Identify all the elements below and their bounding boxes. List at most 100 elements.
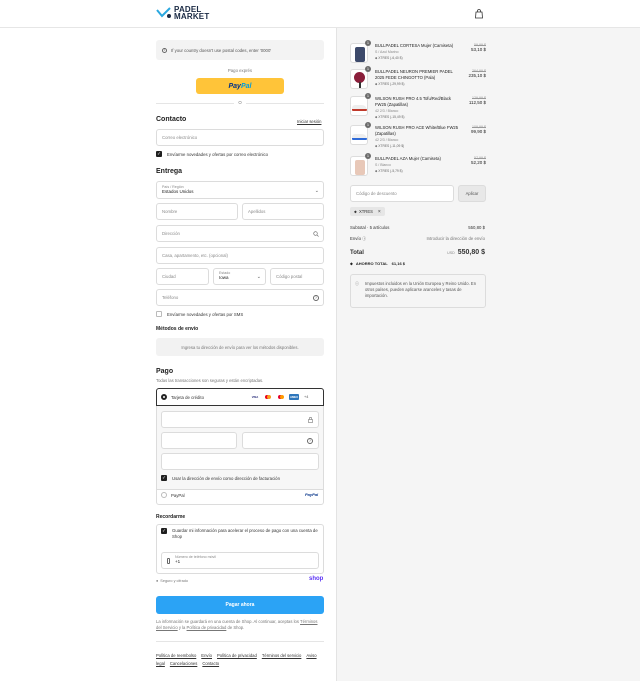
shoe-image [352,134,367,140]
logo-line2: MARKET [174,12,210,21]
item-name: WILSON RUSH PRO ACE White/Blue FW25 (Zap… [375,125,459,136]
quantity-badge: 1 [365,93,371,99]
sms-checkbox-row[interactable]: Envíarme novedades y ofertas por SMS [156,311,243,317]
item-discount: ⬥ XTRES (-11,09 $) [375,144,405,148]
item-discount: ⬥ XTRES (-5,79 $) [375,169,403,173]
order-item: 1 WILSON RUSH PRO 4.5 Tofu/Red/Black FW2… [350,93,486,122]
tag-icon: ⬥ [354,209,357,214]
billing-same-row[interactable]: ✓ Usar la dirección de envío como direcci… [161,475,280,481]
order-item: 1 BULLPADEL NEURON PREMIER PADEL 2025 FE… [350,66,486,95]
quantity-badge: 1 [365,66,371,72]
paypal-radio[interactable] [161,492,167,498]
total-row: Total USD 550,80 $ [350,249,485,256]
product-thumbnail [350,69,368,89]
subtotal-row: Subtotal · 5 artículos 550,80 $ [350,225,485,230]
privacy-link[interactable]: Política de privacidad [187,625,227,630]
pay-now-button[interactable]: Pagar ahora [156,596,324,614]
payment-divider [157,489,323,490]
item-name: BULLPADEL NEURON PREMIER PADEL 2025 FEDE… [375,69,453,80]
info-icon[interactable]: ⓘ [362,237,366,241]
paypal-option[interactable]: PayPal [161,492,185,498]
discount-code-input[interactable]: Código de descuento [350,185,454,202]
card-logos: VISA AMEX +4 [250,394,308,400]
quantity-badge: 1 [365,122,371,128]
login-link[interactable]: Iniciar sesión [297,119,321,124]
city-field[interactable]: Ciudad [156,268,209,285]
newsletter-checkbox-row[interactable]: ✓ Envíarme novedades y ofertas por correo… [156,151,268,157]
remove-discount-icon[interactable]: × [378,209,381,215]
legal-text: La información se guardará en una cuenta… [156,619,318,630]
paypal-express-button[interactable]: Pay Pal [196,78,284,94]
amex-icon: AMEX [289,394,299,400]
item-name: WILSON RUSH PRO 4.5 Tofu/Red/Black FW25 … [375,96,452,107]
shipping-link[interactable]: Envío [201,653,212,658]
card-name-field[interactable] [161,453,319,470]
billing-same-checkbox[interactable]: ✓ [161,475,167,481]
order-item: 1 BULLPADEL CORTESA Mujer (Camiseta) S / … [350,40,486,69]
item-price: 53,10 $ [470,47,486,52]
credit-card-radio-row[interactable]: Tarjeta de crédito [161,394,204,400]
postal-code-notice: i If your country doesn't use postal code… [156,40,324,60]
header [0,0,640,28]
first-name-field[interactable]: Nombre [156,203,238,220]
sms-checkbox[interactable] [156,311,162,317]
product-thumbnail [350,96,368,116]
payment-title: Pago [156,368,174,375]
item-discount: ⬥ XTRES (-6,40 $) [375,56,403,60]
search-icon [313,231,319,237]
terms-of-service-link[interactable]: Términos del servicio [262,653,302,658]
remember-title: Recordarme [156,514,186,520]
more-cards-count: +4 [304,395,309,399]
shirt-image [355,160,365,175]
product-thumbnail [350,156,368,176]
maestro-icon [276,394,286,400]
help-icon[interactable]: ? [307,438,313,444]
cancellations-link[interactable]: Cancelaciones [170,661,197,666]
address-field[interactable]: Dirección [156,225,324,242]
privacy-policy-link[interactable]: Política de privacidad [217,653,257,658]
visa-icon: VISA [250,394,260,400]
state-select[interactable]: Estado Iowa ⌄ [213,268,266,285]
item-price: 99,90 $ [470,129,486,134]
secure-label: ● Seguro y cifrado [156,579,188,583]
mobile-icon [167,558,170,564]
country-select[interactable]: País / Región Estados Unidos ⌄ [156,181,324,199]
card-expiry-field[interactable] [161,432,237,449]
info-icon: ⓘ [355,281,359,286]
newsletter-checkbox[interactable]: ✓ [156,151,162,157]
tag-icon: ⬥ [350,261,353,266]
lock-icon [308,417,313,423]
footer-links: Política de reembolso Envío Política de pr… [156,652,326,668]
item-price: 52,20 $ [470,160,486,165]
help-icon[interactable]: ? [313,295,319,301]
credit-card-radio[interactable] [161,394,167,400]
quantity-badge: 1 [365,153,371,159]
order-item: 1 BULLPADEL AZA Mujer (Camiseta) S / Blan… [350,153,486,182]
remember-checkbox[interactable]: ✓ [161,528,167,534]
card-number-field[interactable] [161,411,319,428]
chevron-down-icon: ⌄ [256,274,261,280]
quantity-badge: 1 [365,40,371,46]
tax-note-text: Impuestos incluidos en la Unión Europea … [365,281,477,298]
zip-field[interactable]: Código postal [270,268,324,285]
paypal-logo-icon: PayPal [305,492,319,497]
shop-phone-field[interactable]: Número de teléfono móvil +1 [161,552,319,569]
logo[interactable]: PADEL MARKET [156,6,210,21]
apply-discount-button[interactable]: Aplicar [458,185,486,202]
shopping-bag-icon[interactable] [474,9,484,19]
shop-logo-icon: shop [309,576,324,582]
email-field[interactable]: Correo electrónico [156,129,324,146]
shirt-image [355,47,365,62]
refund-policy-link[interactable]: Política de reembolso [156,653,196,658]
remember-checkbox-row[interactable]: ✓ Guardar mi información para acelerar el… [161,528,319,540]
last-name-field[interactable]: Apellidos [242,203,324,220]
order-item: 1 WILSON RUSH PRO ACE White/Blue FW25 (Z… [350,122,486,151]
shipping-methods-message: Ingresa tu dirección de envío para ver l… [156,338,324,356]
contact-title: Contacto [156,116,187,123]
apartment-field[interactable]: Casa, apartamento, etc. (opcional) [156,247,324,264]
or-label: O [234,100,246,105]
footer-divider [156,641,324,642]
contact-link[interactable]: Contacto [202,661,219,666]
phone-field[interactable]: Teléfono? [156,289,324,306]
card-cvv-field[interactable]: ? [242,432,319,449]
